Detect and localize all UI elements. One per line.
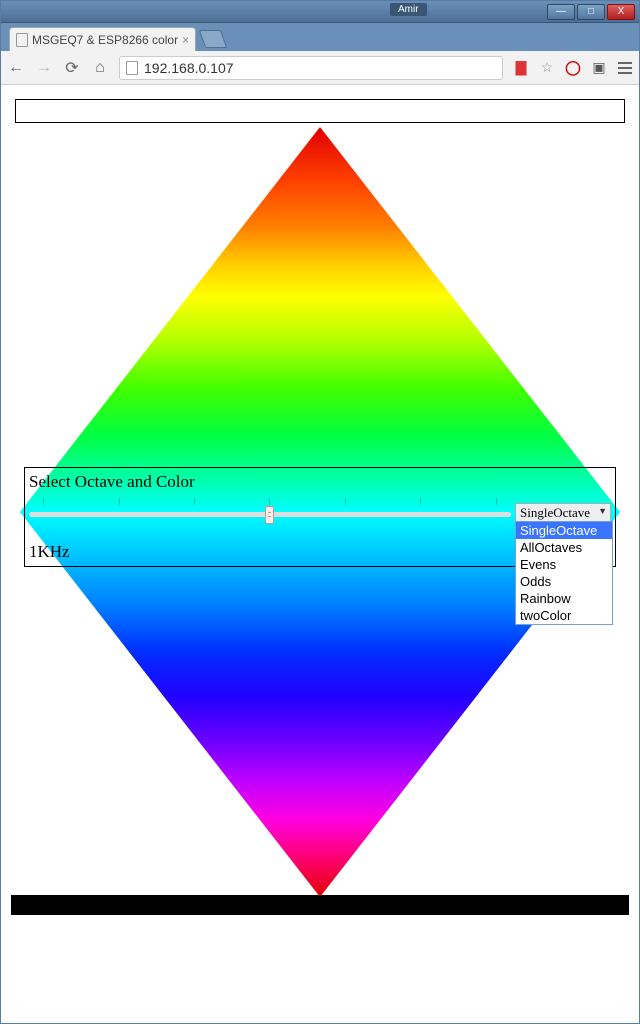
bottom-bar — [11, 895, 629, 915]
url-text: 192.168.0.107 — [144, 60, 234, 76]
dropdown-option[interactable]: Rainbow — [516, 590, 612, 607]
extension-icon[interactable]: ▇ — [513, 60, 529, 76]
window-minimize-button[interactable]: — — [547, 4, 575, 20]
home-button[interactable]: ⌂ — [91, 59, 109, 77]
browser-toolbar: ← → ⟳ ⌂ 192.168.0.107 ▇ ☆ ◯ ▣ — [1, 51, 639, 85]
panel-title: Select Octave and Color — [29, 472, 611, 492]
minimize-icon: — — [556, 6, 566, 17]
dropdown-option[interactable]: twoColor — [516, 607, 612, 624]
browser-tab[interactable]: MSGEQ7 & ESP8266 color × — [9, 27, 196, 51]
top-output-box — [15, 99, 625, 123]
bookmark-star-icon[interactable]: ☆ — [539, 60, 555, 76]
tab-title: MSGEQ7 & ESP8266 color — [32, 33, 178, 47]
spectrum-canvas: Select Octave and Color SingleOctave — [20, 127, 620, 897]
window-close-button[interactable]: X — [607, 4, 635, 20]
dropdown-option[interactable]: Odds — [516, 573, 612, 590]
maximize-icon: □ — [588, 6, 594, 17]
octave-slider[interactable] — [29, 498, 511, 528]
address-bar[interactable]: 192.168.0.107 — [119, 56, 503, 80]
window-maximize-button[interactable]: □ — [577, 4, 605, 20]
dropdown-option[interactable]: Evens — [516, 556, 612, 573]
chrome-menu-button[interactable] — [617, 62, 633, 74]
mode-dropdown: SingleOctave AllOctaves Evens Odds Rainb… — [515, 521, 613, 625]
page-icon — [16, 33, 28, 47]
dropdown-option[interactable]: SingleOctave — [516, 522, 612, 539]
mode-select[interactable]: SingleOctave — [515, 503, 611, 523]
select-value: SingleOctave — [520, 505, 590, 520]
cast-icon[interactable]: ▣ — [591, 60, 607, 76]
forward-button[interactable]: → — [35, 59, 53, 77]
new-tab-button[interactable] — [199, 30, 228, 48]
tab-strip: MSGEQ7 & ESP8266 color × — [1, 23, 639, 51]
slider-ticks — [29, 498, 511, 506]
page-icon — [126, 61, 138, 75]
page-viewport: Select Octave and Color SingleOctave — [1, 85, 639, 1023]
slider-thumb[interactable] — [265, 506, 274, 524]
window-titlebar: Amir — □ X — [1, 1, 639, 23]
chrome-user-badge[interactable]: Amir — [390, 3, 427, 16]
back-button[interactable]: ← — [7, 59, 25, 77]
tab-close-button[interactable]: × — [182, 33, 189, 47]
dropdown-option[interactable]: AllOctaves — [516, 539, 612, 556]
reload-button[interactable]: ⟳ — [63, 58, 81, 78]
control-panel: Select Octave and Color SingleOctave — [24, 467, 616, 567]
close-icon: X — [618, 6, 625, 17]
adblock-icon[interactable]: ◯ — [565, 60, 581, 76]
